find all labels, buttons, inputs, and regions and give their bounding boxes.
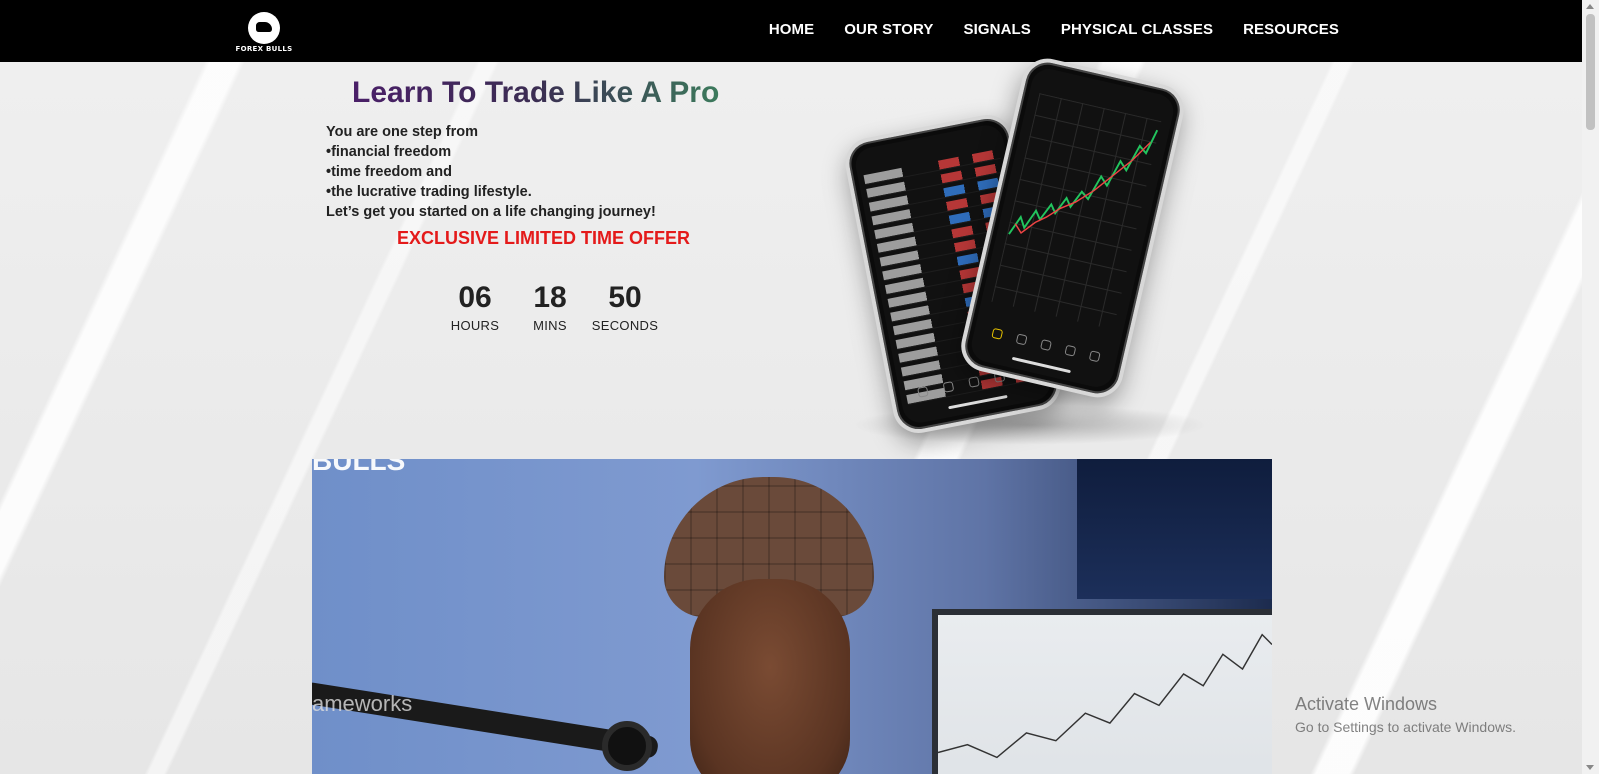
nav-physical-classes[interactable]: PHYSICAL CLASSES xyxy=(1061,21,1213,38)
phone-chart-screen xyxy=(956,53,1189,403)
hero-line: You are one step from xyxy=(326,124,479,140)
limited-offer-heading: EXCLUSIVE LIMITED TIME OFFER xyxy=(397,228,691,248)
scroll-down-icon[interactable] xyxy=(1586,765,1594,770)
hero-line: •the lucrative trading lifestyle. xyxy=(326,184,532,200)
hero-line: •financial freedom xyxy=(326,144,452,160)
page-scrollbar[interactable] xyxy=(1582,0,1599,774)
brand-logo[interactable]: FOREX BULLS xyxy=(235,12,293,56)
chart-screen xyxy=(968,65,1177,391)
scroll-up-icon[interactable] xyxy=(1586,4,1594,9)
hero-line: •time freedom and xyxy=(326,164,452,180)
presenter-face xyxy=(690,579,850,774)
intro-video-player[interactable]: BULLS ameworks xyxy=(312,459,1272,774)
countdown-hours-value: 06 xyxy=(458,281,492,314)
watermark-title: Activate Windows xyxy=(1295,694,1438,714)
countdown-hours-label: HOURS xyxy=(450,318,500,333)
hero-line: Let’s get you started on a life changing… xyxy=(326,204,656,220)
mic-arm-brand-text: ameworks xyxy=(312,691,413,716)
countdown-hours: 06 HOURS xyxy=(440,280,510,333)
countdown-seconds-value: 50 xyxy=(608,281,642,314)
hero-description: You are one step from •financial freedom… xyxy=(326,122,656,222)
studio-sign-text: BULLS xyxy=(312,459,406,476)
candlestick-chart-graphic xyxy=(1008,129,1159,235)
countdown-mins-value: 18 xyxy=(533,281,567,314)
studio-wall xyxy=(1077,459,1272,599)
main-nav: HOME OUR STORY SIGNALS PHYSICAL CLASSES … xyxy=(769,0,1339,58)
hero-title: Learn To Trade Like A Pro xyxy=(352,76,720,109)
countdown-seconds-label: SECONDS xyxy=(591,318,659,333)
countdown-mins: 18 MINS xyxy=(510,280,590,333)
top-navbar: FOREX BULLS HOME OUR STORY SIGNALS PHYSI… xyxy=(0,0,1582,62)
countdown-seconds: 50 SECONDS xyxy=(590,280,660,333)
trading-app-phones-image xyxy=(840,53,1220,450)
brand-logo-text: FOREX BULLS xyxy=(235,45,293,53)
countdown-timer: 06 HOURS 18 MINS 50 SECONDS xyxy=(440,280,660,333)
nav-signals[interactable]: SIGNALS xyxy=(964,21,1031,38)
scrollbar-thumb[interactable] xyxy=(1586,14,1595,130)
activate-windows-watermark: Activate Windows Go to Settings to activ… xyxy=(1295,694,1516,735)
nav-resources[interactable]: RESOURCES xyxy=(1243,21,1339,38)
nav-our-story[interactable]: OUR STORY xyxy=(844,21,933,38)
phone-tabbar xyxy=(982,319,1109,371)
trading-monitor xyxy=(932,609,1272,774)
countdown-mins-label: MINS xyxy=(533,318,567,333)
watermark-subtitle: Go to Settings to activate Windows. xyxy=(1295,719,1516,735)
nav-home[interactable]: HOME xyxy=(769,21,814,38)
microphone-knob xyxy=(602,721,652,771)
bull-logo-icon xyxy=(248,12,280,44)
